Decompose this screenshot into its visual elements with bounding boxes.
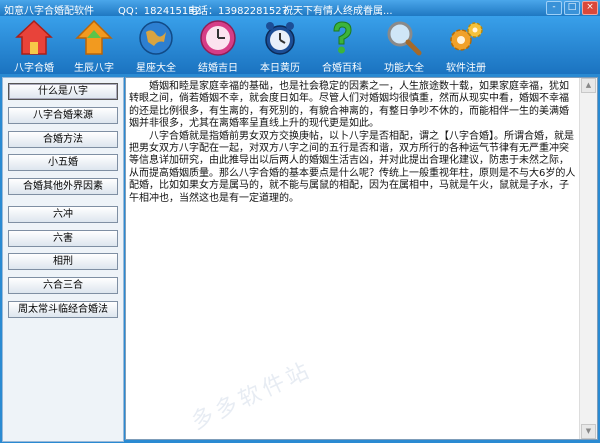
toolbar-label: 功能大全 (384, 63, 424, 74)
main-toolbar: 八字合婚 生辰八字 星座大全 结婚吉日 本日黄历 合婚百科 功能大全 软件注册 (0, 16, 600, 74)
article-paragraph: 八字合婚就是指婚前男女双方交换庚帖，以卜八字是否相配，谓之【八字合婚】。所谓合婚… (129, 130, 576, 204)
toolbar-xingzuo[interactable]: 星座大全 (126, 18, 186, 74)
window-title: 如意八字合婚配软件 (4, 6, 94, 17)
article-panel[interactable]: 婚姻和睦是家庭幸福的基础，也是社会稳定的因素之一，人生旅途数十载，如果家庭幸福，… (125, 77, 598, 440)
sidebar-item-what-is-bazi[interactable]: 什么是八字 (8, 83, 118, 100)
sidebar-item-xiaowu[interactable]: 小五婚 (8, 154, 118, 171)
watermark: 多多软件站 (187, 357, 317, 436)
vertical-scrollbar[interactable]: ▲ ▼ (579, 78, 597, 439)
maximize-button[interactable]: □ (564, 1, 580, 15)
house-icon (15, 19, 53, 55)
sidebar-item-xiangxing[interactable]: 相刑 (8, 253, 118, 270)
toolbar-label: 八字合婚 (14, 63, 54, 74)
article-text: 婚姻和睦是家庭幸福的基础，也是社会稳定的因素之一，人生旅途数十载，如果家庭幸福，… (129, 81, 576, 205)
toolbar-bazi-hehun[interactable]: 八字合婚 (4, 18, 64, 74)
toolbar-label: 生辰八字 (74, 63, 114, 74)
magnifier-icon (387, 21, 422, 56)
toolbar-label: 合婚百科 (322, 63, 362, 74)
toolbar-jiehun-jiri[interactable]: 结婚吉日 (188, 18, 248, 74)
scroll-down-icon[interactable]: ▼ (581, 424, 596, 439)
phone-contact: 电话：13982281527 (188, 6, 288, 17)
sidebar-item-zhoutaichang[interactable]: 周太常斗临经合婚法 (8, 301, 118, 318)
sidebar-item-external-factors[interactable]: 合婚其他外界因素 (8, 178, 118, 195)
article-paragraph: 婚姻和睦是家庭幸福的基础，也是社会稳定的因素之一，人生旅途数十载，如果家庭幸福，… (129, 81, 569, 130)
toolbar-gongneng-daquan[interactable]: 功能大全 (374, 18, 434, 74)
sidebar-item-liuchong[interactable]: 六冲 (8, 206, 118, 223)
toolbar-label: 本日黄历 (260, 63, 300, 74)
slogan-text: 祝天下有情人终成眷属... (283, 6, 393, 17)
clock-icon (200, 20, 236, 56)
toolbar-label: 星座大全 (136, 63, 176, 74)
toolbar-label: 结婚吉日 (198, 63, 238, 74)
sidebar-item-liuhe-sanhe[interactable]: 六合三合 (8, 277, 118, 294)
sidebar-item-method[interactable]: 合婚方法 (8, 131, 118, 148)
close-button[interactable]: × (582, 1, 598, 15)
gears-icon (450, 22, 483, 51)
question-icon (333, 21, 352, 54)
alarm-clock-icon (265, 22, 295, 55)
toolbar-hehun-baike[interactable]: 合婚百科 (312, 18, 372, 74)
toolbar-label: 软件注册 (446, 63, 486, 74)
arrow-up-house-icon (75, 19, 113, 55)
topic-sidebar: 什么是八字 八字合婚来源 合婚方法 小五婚 合婚其他外界因素 六冲 六害 相刑 … (2, 77, 124, 442)
toolbar-benri-huangli[interactable]: 本日黄历 (250, 18, 310, 74)
scroll-up-icon[interactable]: ▲ (581, 78, 596, 93)
toolbar-shengchen-bazi[interactable]: 生辰八字 (64, 18, 124, 74)
sidebar-item-origin[interactable]: 八字合婚来源 (8, 107, 118, 124)
minimize-button[interactable]: - (546, 1, 562, 15)
title-bar[interactable]: 如意八字合婚配软件 QQ：182415132 电话：13982281527 祝天… (0, 0, 600, 17)
toolbar-ruanjian-zhuce[interactable]: 软件注册 (436, 18, 496, 74)
app-window: 如意八字合婚配软件 QQ：182415132 电话：13982281527 祝天… (0, 0, 600, 443)
globe-icon (139, 21, 173, 55)
sidebar-item-liuhai[interactable]: 六害 (8, 230, 118, 247)
